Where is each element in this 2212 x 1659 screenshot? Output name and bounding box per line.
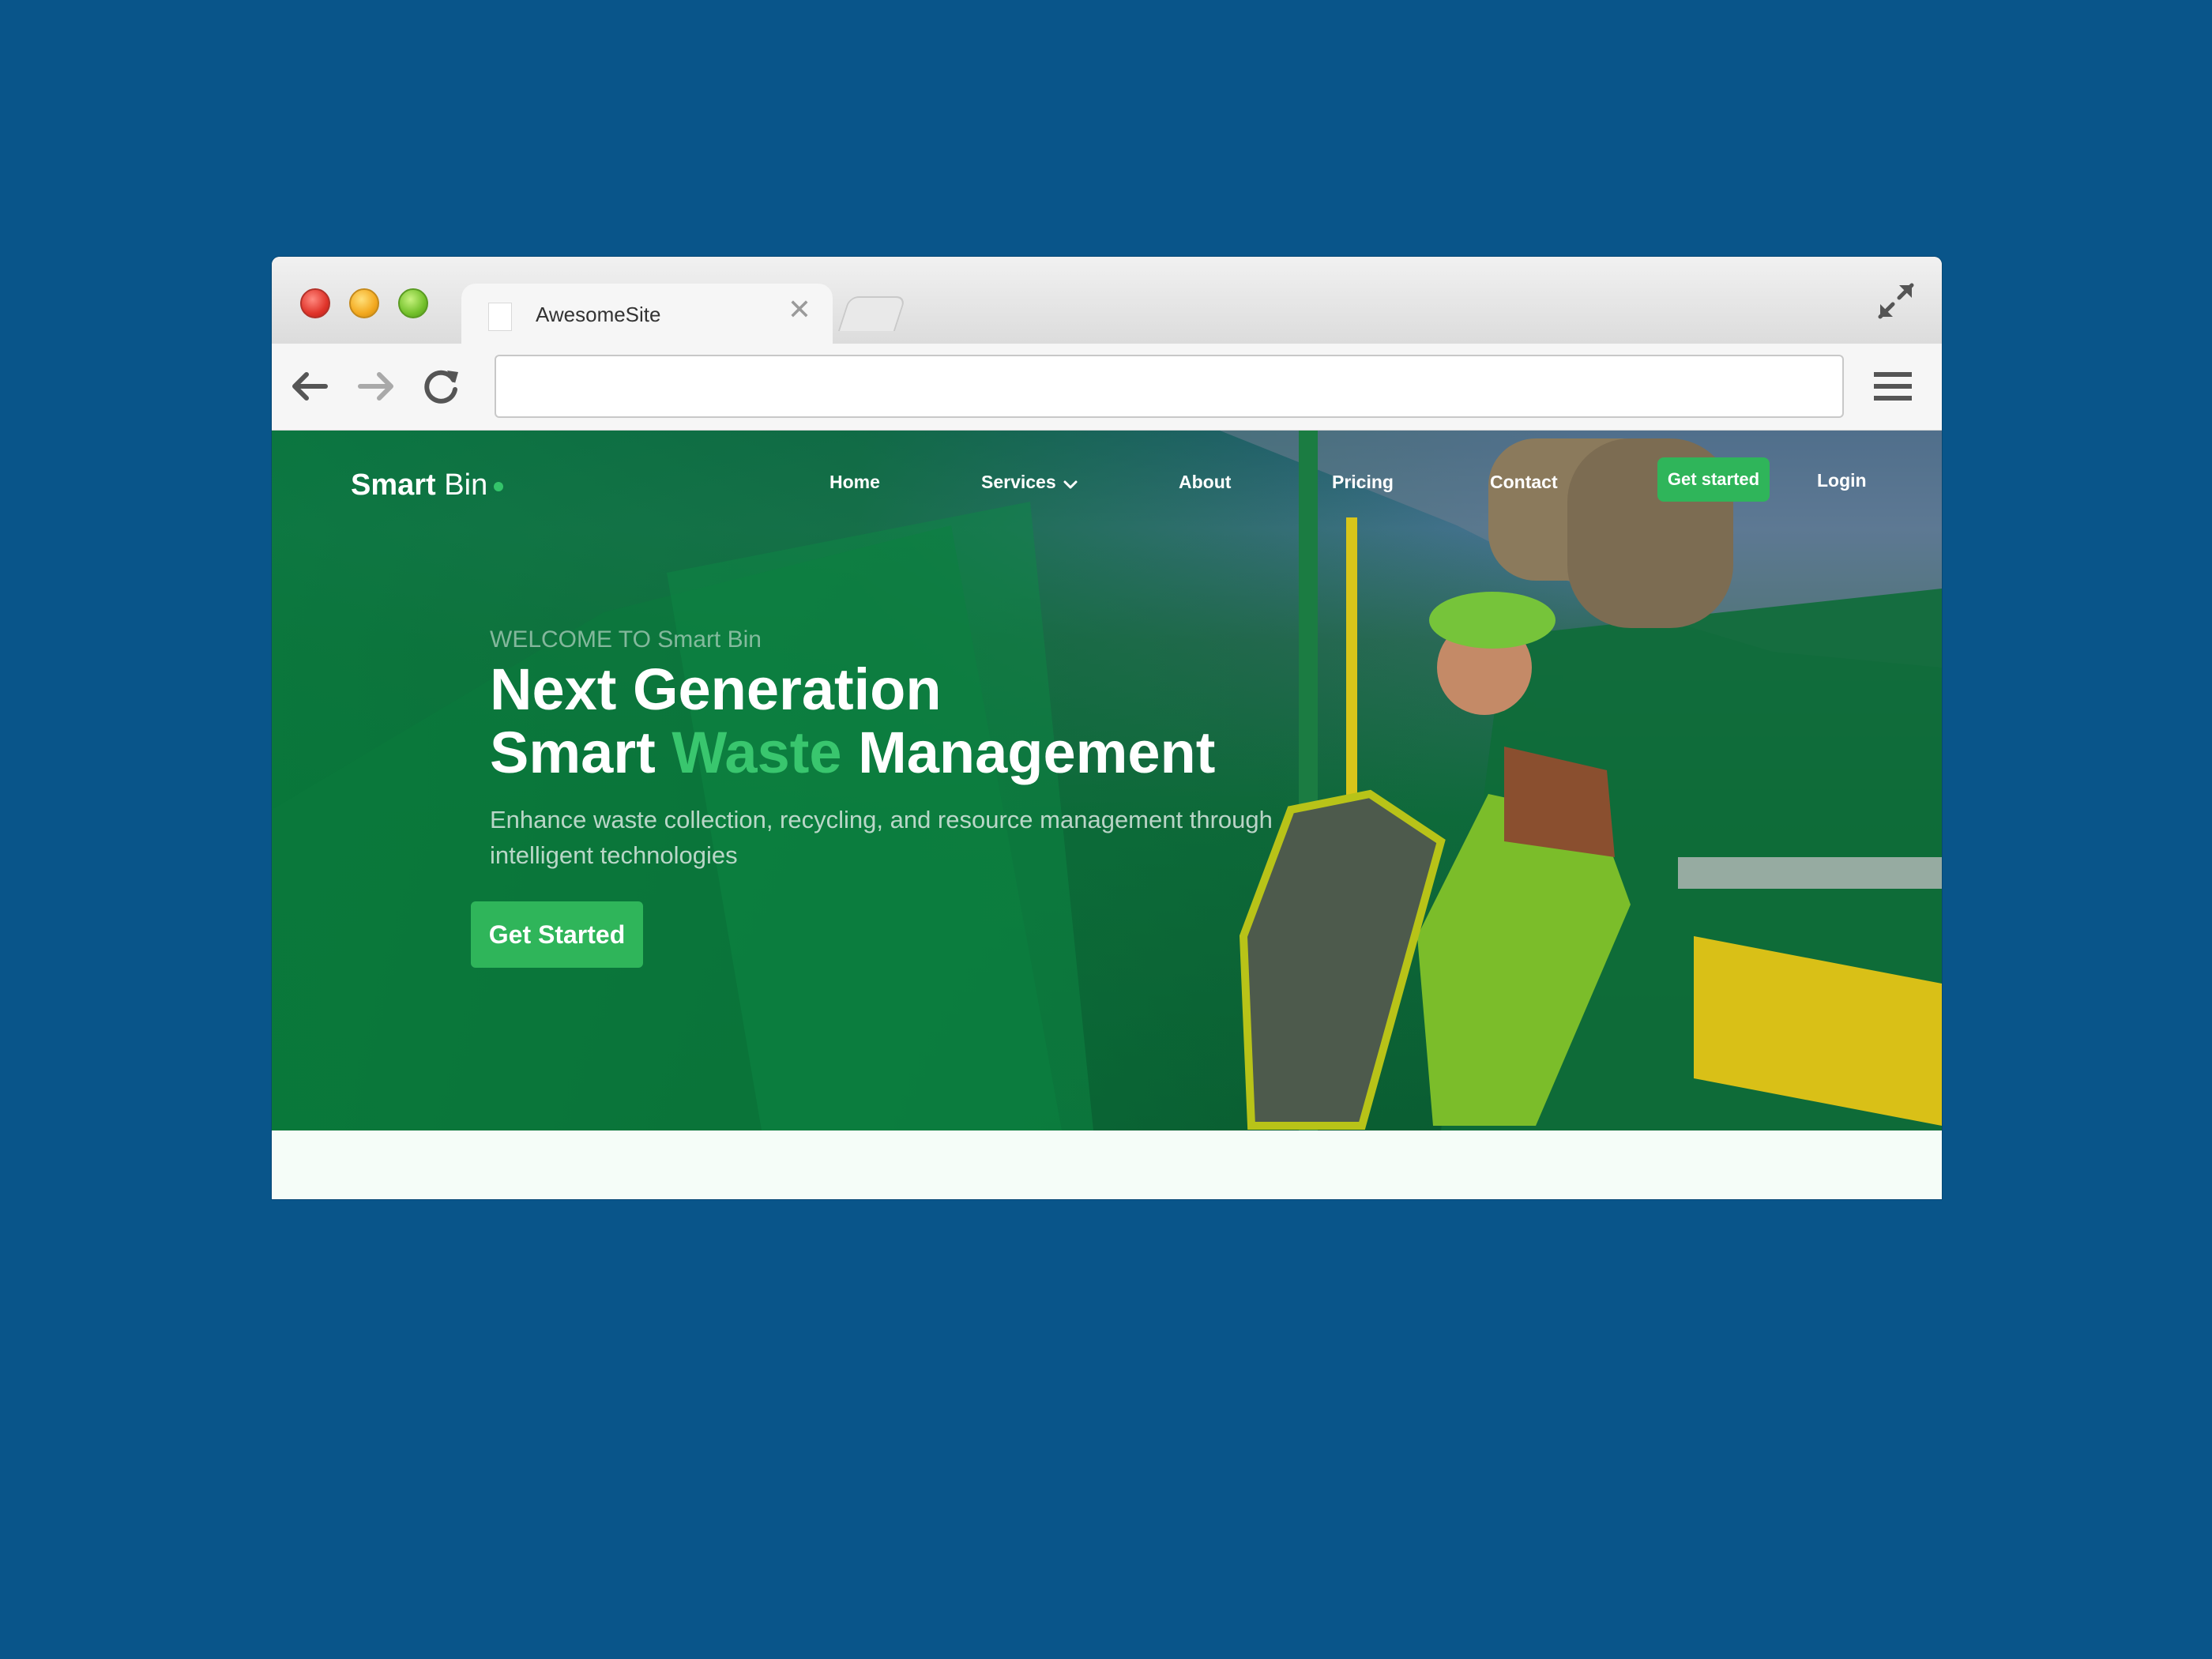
nav-about[interactable]: About — [1179, 472, 1231, 493]
zoom-window-button[interactable] — [398, 288, 428, 318]
hero-title-line2-end: Management — [841, 720, 1216, 785]
tab-title: AwesomeSite — [536, 303, 661, 326]
expand-icon[interactable] — [1875, 280, 1917, 322]
tab-close-icon[interactable]: ✕ — [784, 295, 815, 326]
nav-services[interactable]: Services — [981, 472, 1056, 493]
hero-title-line2-start: Smart — [490, 720, 672, 785]
nav-get-started-button[interactable]: Get started — [1657, 457, 1770, 502]
hero-eyebrow: WELCOME TO Smart Bin — [490, 626, 762, 653]
browser-window: AwesomeSite ✕ Smart Bin Home Services Ab… — [272, 257, 1942, 1199]
hero-get-started-button[interactable]: Get Started — [471, 901, 643, 968]
browser-toolbar — [272, 344, 1942, 431]
hero-subtitle: Enhance waste collection, recycling, and… — [490, 806, 1273, 869]
back-arrow-icon[interactable] — [288, 364, 332, 408]
hero-title: Next Generation Smart Waste Management — [490, 658, 1359, 784]
site-logo[interactable]: Smart Bin — [351, 468, 504, 502]
hero-title-accent: Waste — [672, 720, 842, 785]
hero-title-line1: Next Generation — [490, 656, 942, 722]
nav-contact[interactable]: Contact — [1490, 472, 1558, 493]
page-icon — [488, 303, 512, 331]
logo-text: Bin — [435, 468, 488, 502]
address-bar[interactable] — [495, 355, 1844, 418]
close-window-button[interactable] — [300, 288, 330, 318]
minimize-window-button[interactable] — [349, 288, 379, 318]
logo-dot — [494, 481, 504, 491]
new-tab-button[interactable] — [837, 296, 907, 331]
nav-home[interactable]: Home — [830, 472, 880, 493]
menu-icon[interactable] — [1872, 367, 1913, 405]
nav-pricing[interactable]: Pricing — [1332, 472, 1394, 493]
reload-icon[interactable] — [419, 364, 463, 408]
chevron-down-icon[interactable] — [1062, 476, 1079, 494]
title-bar: AwesomeSite ✕ — [272, 257, 1942, 347]
logo-bold-text: Smart — [351, 468, 436, 502]
nav-login[interactable]: Login — [1817, 470, 1867, 491]
browser-tab[interactable]: AwesomeSite ✕ — [461, 284, 833, 347]
forward-arrow-icon[interactable] — [354, 364, 398, 408]
hero-section: Smart Bin Home Services About Pricing Co… — [272, 431, 1942, 1130]
page-viewport: Smart Bin Home Services About Pricing Co… — [272, 431, 1942, 1199]
